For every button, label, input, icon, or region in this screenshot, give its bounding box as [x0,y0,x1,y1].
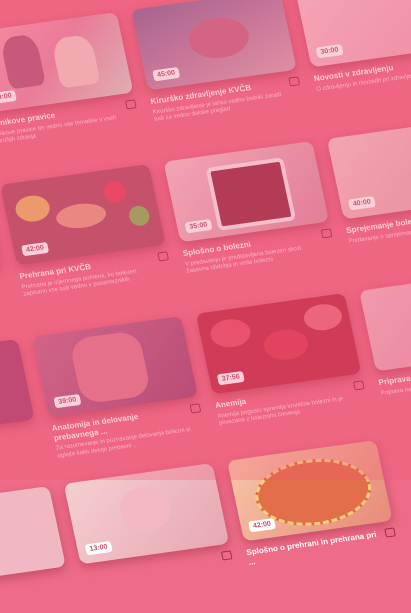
course-card[interactable]: 39:00 Anatomija in delovanje prebavnega … [32,315,207,461]
course-thumbnail[interactable] [0,338,35,441]
course-card[interactable]: 37:56 Anemija Anemija pogosto spremlja k… [195,293,369,429]
food-item [13,193,53,224]
bookmark-icon[interactable] [124,99,137,110]
blood-cell [301,301,345,333]
course-card[interactable]: 45:00 Kirurško zdravljenje KVČB Kirurško… [131,0,304,125]
course-thumbnail[interactable]: 42:00 [0,164,166,266]
bookmark-icon[interactable] [189,403,202,414]
course-thumbnail[interactable]: 37:56 [195,293,362,395]
duration-badge: 45:00 [152,66,181,82]
course-thumbnail[interactable]: 40:00 [326,118,411,220]
course-card[interactable]: 40:00 Sprejemanje bolezni Predavanje o s… [326,118,411,246]
bookmark-icon[interactable] [288,76,301,87]
bookmark-icon[interactable] [157,251,170,262]
blood-cell [207,316,254,350]
bookmark-icon[interactable] [352,380,365,391]
duration-badge: 40:00 [347,196,376,211]
person-figure [0,33,47,90]
hands-heart [116,483,175,534]
duration-badge: 37:56 [216,370,245,386]
food-item [53,200,109,232]
bookmark-icon[interactable] [220,550,233,561]
anatomy-illustration [68,330,152,405]
course-thumbnail[interactable]: 45:00 [131,0,297,91]
course-thumbnail[interactable] [0,186,3,289]
course-card[interactable]: 30:00 Novosti v zdravljenju O zdravljenj… [294,0,411,94]
duration-badge: 13:00 [84,540,113,556]
course-thumbnail[interactable] [0,486,66,588]
tablet-screen [205,157,297,231]
surgery-detail [184,14,253,62]
duration-badge: 42:00 [21,241,50,257]
duration-badge: 39:00 [53,393,82,409]
course-card[interactable]: 30:00 Bolnikove pravice Bolnikove pravic… [0,12,141,148]
course-card[interactable]: 35:00 Splošno o bolezni V predavanju je … [163,141,336,277]
course-card[interactable]: 42:00 Splošno o prehrani in prehrana pri… [227,440,398,567]
bookmark-icon[interactable] [320,228,333,239]
course-card[interactable]: Priprava Priprava na pregled [359,270,411,398]
course-thumbnail[interactable]: 30:00 [294,0,411,68]
course-thumbnail[interactable]: 42:00 [227,440,393,542]
duration-badge: 30:00 [315,44,344,59]
course-grid: 30:00 Bolnikove pravice Bolnikove pravic… [0,0,411,593]
blood-cell [261,326,311,363]
food-item [101,179,128,205]
duration-badge: 42:00 [248,518,277,533]
course-card[interactable]: 42:00 Prehrana pri KVČB Prehrana je izje… [0,164,173,300]
food-item [127,204,152,228]
course-card[interactable] [0,486,66,588]
course-thumbnail[interactable] [359,270,411,372]
person-figure [50,33,101,89]
course-thumbnail[interactable]: 13:00 [63,463,230,565]
course-card[interactable]: 13:00 [63,463,233,565]
course-thumbnail[interactable]: 39:00 [32,315,198,418]
course-thumbnail[interactable]: 30:00 [0,12,134,114]
course-card[interactable] [0,186,3,289]
bookmark-icon[interactable] [384,527,396,538]
duration-badge: 30:00 [0,89,17,105]
duration-badge: 35:00 [184,218,213,234]
course-thumbnail[interactable]: 35:00 [163,141,330,243]
course-card[interactable] [0,338,35,441]
